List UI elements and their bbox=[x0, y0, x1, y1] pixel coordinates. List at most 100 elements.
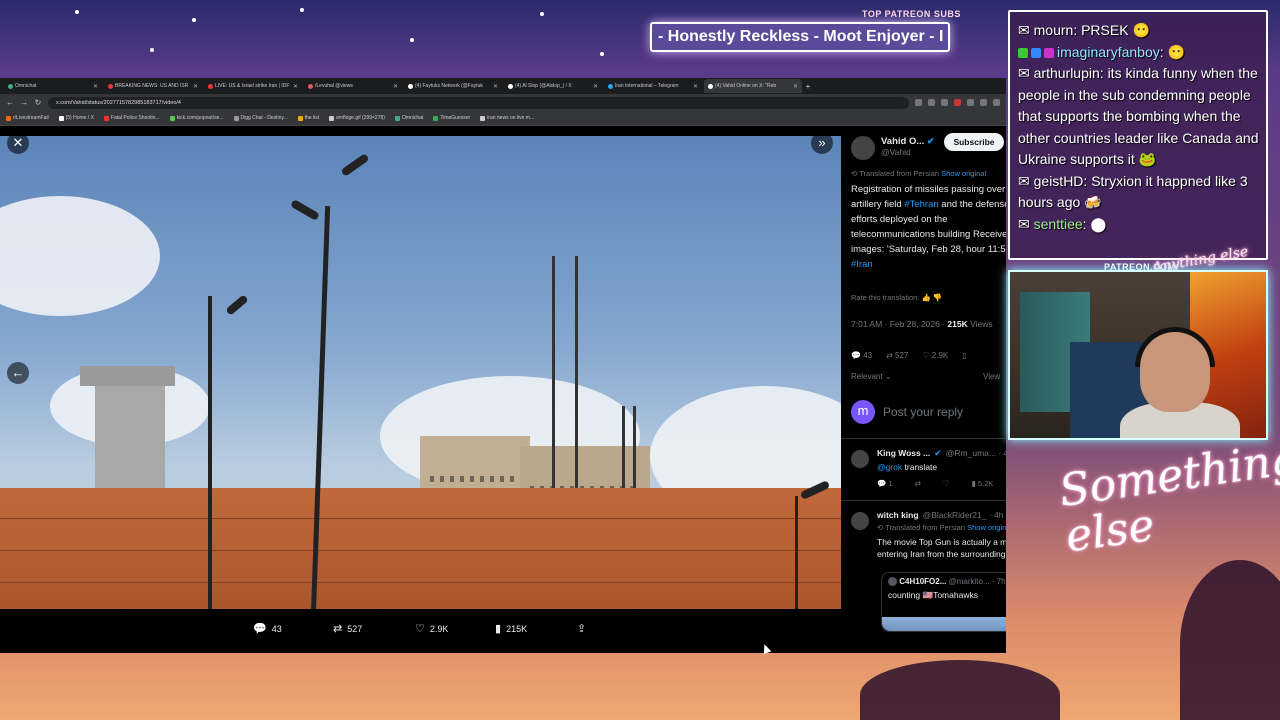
chat-message: ✉ geistHD: Stryxion it happned like 3 ho… bbox=[1018, 172, 1248, 211]
extensions-puzzle-icon[interactable] bbox=[967, 99, 974, 106]
chat-message: ✉ arthurlupin: its kinda funny when the … bbox=[1018, 65, 1259, 167]
video-viewer[interactable]: ✕ » ← bbox=[0, 136, 841, 609]
like-stat[interactable]: ♡ 2.9K bbox=[922, 351, 948, 360]
views-chart-icon[interactable]: ▮ 5.2K bbox=[972, 479, 994, 488]
thumbs-up-icon[interactable]: 👍 bbox=[921, 293, 930, 302]
reply-count: 1 bbox=[888, 479, 893, 488]
bookmark-item[interactable]: emfloge.gif (299×278) bbox=[329, 115, 385, 121]
reply-composer[interactable]: m Post your reply bbox=[851, 400, 963, 424]
url-input[interactable]: x.com/Vahid/status/2027715782985183717/v… bbox=[48, 96, 909, 109]
profile-icon[interactable] bbox=[980, 99, 987, 106]
heart-icon[interactable]: ♡ bbox=[943, 479, 950, 488]
reply-author-handle[interactable]: @BlackRider21_ · 4h bbox=[923, 510, 1004, 520]
menu-icon[interactable] bbox=[993, 99, 1000, 106]
sort-label: Relevant bbox=[851, 372, 883, 381]
close-tab-icon[interactable]: ✕ bbox=[93, 83, 98, 90]
reload-icon[interactable]: ↻ bbox=[34, 98, 42, 107]
bookmark-item[interactable]: r/LivestreamFail bbox=[6, 115, 49, 121]
view-quotes-link[interactable]: View bbox=[983, 372, 1000, 381]
back-icon[interactable]: ← bbox=[6, 98, 14, 107]
close-tab-icon[interactable]: ✕ bbox=[193, 83, 198, 90]
bookmark-item[interactable]: TimeGuesser bbox=[433, 115, 470, 121]
bookmark-label: Fatal Police Shootin... bbox=[110, 115, 160, 121]
bookmark-item[interactable]: Digg Chat - Destiny... bbox=[233, 115, 288, 121]
stream-chat-panel: ✉ mourn: PRSEK 😶 imaginaryfanboy: 😶 ✉ ar… bbox=[1008, 10, 1268, 260]
bookmark-label: emfloge.gif (299×278) bbox=[336, 115, 385, 121]
avatar[interactable] bbox=[851, 136, 875, 160]
bookmark-label: Digg Chat - Destiny... bbox=[240, 115, 288, 121]
reply-author-name[interactable]: witch king bbox=[877, 510, 919, 520]
browser-tab[interactable]: Omnichat ✕ bbox=[4, 79, 102, 93]
bookmark-item[interactable]: Omnichat bbox=[394, 115, 423, 121]
browser-tab[interactable]: /Levuhal @views ✕ bbox=[304, 79, 402, 93]
reply-icon: 💬 bbox=[851, 351, 864, 360]
previous-media-icon[interactable]: ← bbox=[7, 362, 29, 384]
new-tab-icon[interactable]: + bbox=[804, 82, 812, 91]
browser-tab[interactable]: BREAKING NEWS: US AND ISR ✕ bbox=[104, 79, 202, 93]
author-handle[interactable]: @Vahid bbox=[881, 147, 934, 157]
browser-tab[interactable]: (4) Al Slop (@Alslop_) / X ✕ bbox=[504, 79, 602, 93]
subscribe-button[interactable]: Subscribe bbox=[944, 133, 1004, 151]
expand-panel-icon[interactable]: » bbox=[811, 136, 833, 154]
zoom-icon[interactable] bbox=[915, 99, 922, 106]
hashtag-link[interactable]: #Tehran bbox=[904, 199, 938, 210]
reply-input[interactable]: Post your reply bbox=[883, 405, 963, 419]
share-action[interactable]: ⇪ bbox=[577, 622, 586, 635]
reply-icon[interactable]: 💬 1 bbox=[877, 479, 893, 488]
close-tab-icon[interactable]: ✕ bbox=[393, 83, 398, 90]
street-lamp-pole bbox=[795, 496, 798, 609]
mention-link[interactable]: @grok bbox=[877, 462, 902, 472]
reply-author-handle[interactable]: @Rm_uma... · 4h bbox=[946, 448, 1006, 459]
bookmark-item[interactable]: iran news on live m... bbox=[480, 115, 534, 121]
thumbs-down-icon[interactable]: 👎 bbox=[933, 293, 942, 302]
bookmark-star-icon[interactable] bbox=[941, 99, 948, 106]
forward-icon[interactable]: → bbox=[20, 98, 28, 107]
bookmark-favicon-icon bbox=[329, 115, 335, 121]
repost-stat[interactable]: ⇄ 527 bbox=[886, 351, 908, 360]
close-tab-icon[interactable]: ✕ bbox=[593, 83, 598, 90]
browser-tab[interactable]: Iran International – Telegram ✕ bbox=[604, 79, 702, 93]
extension-icon[interactable] bbox=[954, 99, 961, 106]
reply-action[interactable]: 💬 43 bbox=[253, 622, 282, 635]
like-action[interactable]: ♡ 2.9K bbox=[415, 622, 448, 635]
tab-label: Iran International – Telegram bbox=[615, 83, 679, 89]
browser-tab-active[interactable]: (4) Vahid Online on X: "Reb ✕ bbox=[704, 79, 802, 93]
hashtag-link[interactable]: #Iran bbox=[851, 259, 873, 270]
reply-item[interactable]: witch king @BlackRider21_ · 4h ⟲ Translat… bbox=[851, 510, 1006, 560]
reply-stat[interactable]: 💬 43 bbox=[851, 351, 872, 360]
close-tab-icon[interactable]: ✕ bbox=[793, 83, 798, 90]
bookmark-favicon-icon bbox=[433, 115, 439, 121]
tweet-timestamp[interactable]: 7:01 AM · Feb 28, 2026 · bbox=[851, 319, 947, 329]
reply-author-name[interactable]: King Woss ... bbox=[877, 448, 930, 459]
bookmark-item[interactable]: (5) Home / X bbox=[58, 115, 94, 121]
close-tab-icon[interactable]: ✕ bbox=[493, 83, 498, 90]
show-original-link[interactable]: Show original bbox=[967, 523, 1006, 532]
translate-icon[interactable] bbox=[928, 99, 935, 106]
bookmark-icon[interactable]: ▯ bbox=[962, 351, 966, 360]
repost-action[interactable]: ⇄ 527 bbox=[333, 622, 362, 635]
browser-tab[interactable]: (4) Faytuks Network (@Faytuk ✕ bbox=[404, 79, 502, 93]
tab-favicon-icon bbox=[108, 83, 113, 89]
reply-count: 43 bbox=[863, 351, 873, 360]
repost-icon[interactable]: ⇄ bbox=[915, 479, 921, 488]
sub-badge-icon bbox=[1018, 47, 1028, 58]
show-original-link[interactable]: Show original bbox=[941, 169, 986, 178]
bookmark-favicon-icon bbox=[6, 115, 11, 121]
watchtower bbox=[80, 366, 175, 386]
close-tab-icon[interactable]: ✕ bbox=[693, 83, 698, 90]
browser-tab[interactable]: LIVE: US & Israel strike Iran | IDF ✕ bbox=[204, 79, 302, 93]
bookmark-item[interactable]: the list bbox=[297, 115, 319, 121]
close-tab-icon[interactable]: ✕ bbox=[293, 83, 298, 90]
bookmark-item[interactable]: kick.com/popout/se... bbox=[169, 115, 224, 121]
heart-icon: ♡ bbox=[415, 623, 425, 635]
sort-replies-dropdown[interactable]: Relevant ⌄ bbox=[851, 372, 892, 381]
avatar[interactable] bbox=[851, 450, 869, 468]
close-icon[interactable]: ✕ bbox=[7, 136, 29, 154]
tab-label: (4) Al Slop (@Alslop_) / X bbox=[515, 83, 572, 89]
author-name[interactable]: Vahid O... bbox=[881, 136, 924, 147]
bookmark-item[interactable]: Fatal Police Shootin... bbox=[103, 115, 160, 121]
reply-item[interactable]: King Woss ... ✔ @Rm_uma... · 4h @grok tran… bbox=[851, 448, 1006, 488]
views-action[interactable]: ▮ 215K bbox=[495, 622, 527, 635]
avatar[interactable] bbox=[851, 512, 869, 530]
quoted-post[interactable]: C4H10FO2... @markito... · 7h counting 🇺🇸… bbox=[881, 572, 1006, 632]
